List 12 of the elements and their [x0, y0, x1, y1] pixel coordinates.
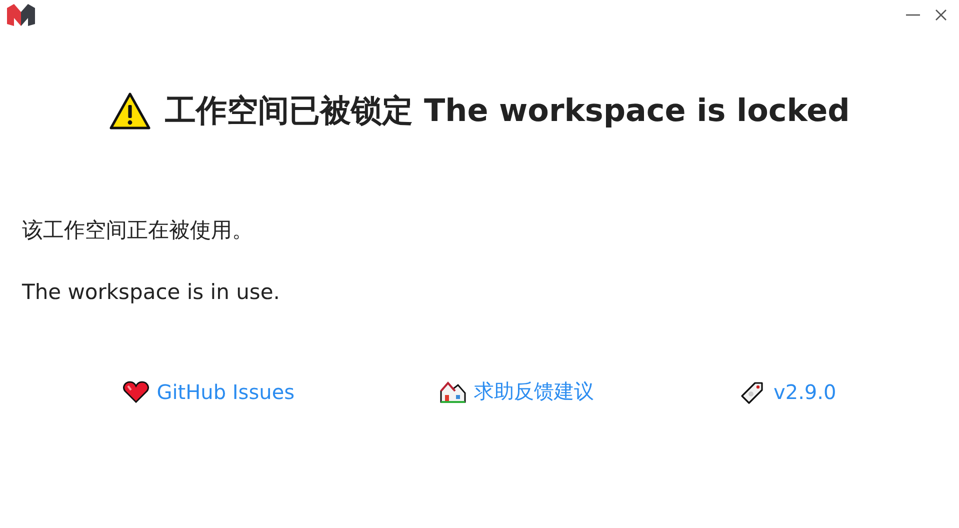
warning-icon [109, 92, 152, 130]
message-text: 该工作空间正在被使用。 [22, 217, 254, 244]
tag-icon [740, 380, 766, 404]
message-text: The workspace is in use. [22, 279, 281, 306]
app-logo [7, 4, 35, 26]
link[interactable]: v2.9.0 [740, 378, 836, 405]
link[interactable]: 求助反馈建议 [440, 378, 594, 405]
heading: 工作空间已被锁定 The workspace is locked [165, 92, 850, 131]
heart-icon [122, 380, 149, 402]
link[interactable]: GitHub Issues [122, 378, 295, 405]
house-icon [440, 380, 466, 404]
minimize-icon [906, 14, 920, 16]
